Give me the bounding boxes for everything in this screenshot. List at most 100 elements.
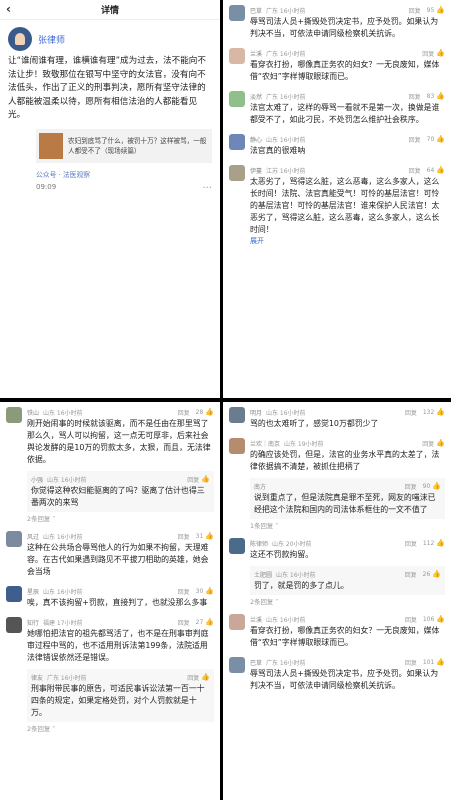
reply-button[interactable]: 回复 [405,658,417,667]
thumbs-up-icon[interactable]: 👍 [436,49,445,57]
thumbs-up-icon[interactable]: 👍 [205,587,214,595]
thumbs-up-icon[interactable]: 👍 [436,439,445,447]
avatar[interactable] [229,438,245,454]
thumbs-up-icon[interactable]: 👍 [436,539,445,547]
reply-button[interactable]: 回复 [405,539,417,548]
comment-author[interactable]: 兰欢｜南京 [250,439,280,448]
comment-author[interactable]: 明月 [250,408,262,417]
comment-author[interactable]: 土肥圆 [254,570,272,579]
comment-text: 辱骂司法人员+撕毁处罚决定书，应予处罚。如果认为判决不当，可依法申请同级检察机关… [250,17,439,38]
reply-button[interactable]: 回复 [409,6,421,15]
reply-button[interactable]: 回复 [405,408,417,417]
author-name[interactable]: 张律师 [38,33,65,46]
comment-author[interactable]: 小强 [31,475,43,484]
expand-link[interactable]: 展开 [250,236,445,246]
comment-author[interactable]: 律友 [31,673,43,682]
comment-author[interactable]: 兰溪 [250,49,262,58]
comment-text: 罚了，就是罚的多了点儿。 [254,581,349,590]
avatar[interactable] [6,586,22,602]
avatar[interactable] [229,407,245,423]
comment-author[interactable]: 巴草 [250,658,262,667]
comment-text: 你觉得这种农妇能驱离的了吗？驱离了估计也得三番两次的来骂 [31,486,205,507]
thumbs-up-icon[interactable]: 👍 [436,135,445,143]
like-count: 132 [422,408,435,416]
comment-author[interactable]: 南方 [254,482,266,491]
post-time: 09:09 [36,182,57,191]
reply-button[interactable]: 回复 [409,92,421,101]
avatar[interactable] [229,538,245,554]
thumbs-up-icon[interactable]: 👍 [432,570,441,578]
avatar[interactable] [6,531,22,547]
comment-author[interactable]: 陈律师 [250,539,268,548]
thumbs-up-icon[interactable]: 👍 [205,532,214,540]
avatar[interactable] [6,617,22,633]
avatar[interactable] [229,91,245,107]
comment-author[interactable]: 铁山 [27,408,39,417]
like-count: 101 [422,658,435,666]
reply-button[interactable]: 回复 [405,615,417,624]
comment-text: 这种在公共场合辱骂他人的行为如果不拘留，天理难容。在古代如果遇到路见不平拔刀相助… [27,543,209,576]
thumbs-up-icon[interactable]: 👍 [205,408,214,416]
nested-reply: 南方 回复 90 👍 说到重点了，但是法院真是罪不至死，网友的嗤沫已经把这个法院和国内… [250,478,445,519]
back-arrow-icon[interactable]: ‹ [6,2,11,16]
comment-meta: 山东 16小时前 [266,616,306,624]
comment-author[interactable]: 风过 [27,532,39,541]
linked-article-card[interactable]: 农妇到底骂了什么，被罚十万？这样被骂，一般人都受不了（现场续篇） [36,128,212,163]
avatar[interactable] [229,614,245,630]
comment-author[interactable]: 巴草 [250,6,262,15]
comment-meta: 山东 16小时前 [43,588,83,596]
comment-author[interactable]: 淡然 [250,92,262,101]
thumbs-up-icon[interactable]: 👍 [432,482,441,490]
reply-button[interactable]: 回复 [178,532,190,541]
comment-author[interactable]: 静心 [250,135,262,144]
time-row: 09:09 ··· [0,179,220,194]
more-replies-link[interactable]: 2条回复 ˅ [27,512,220,526]
reply-button[interactable]: 回复 [409,135,421,144]
source-label[interactable]: 公众号 · 法医观察 [0,163,220,179]
reply-button[interactable]: 回复 [422,49,434,58]
more-replies-link[interactable]: 1条回复 ˅ [250,519,451,533]
reply-button[interactable]: 回复 [405,482,417,491]
comment-text: 太恶劣了，骂得这么脏，这么恶毒，这么多家人，这么长时间！法院、法官真能受气！可怜… [250,177,440,234]
avatar[interactable] [6,407,22,423]
more-replies-link[interactable]: 2条回复 ˅ [27,722,220,736]
thumbs-up-icon[interactable]: 👍 [436,408,445,416]
avatar[interactable] [229,134,245,150]
comment-author[interactable]: 知行 [27,618,39,627]
author-row[interactable]: 张律师 [0,20,220,55]
reply-button[interactable]: 回复 [178,618,190,627]
more-icon[interactable]: ··· [202,183,212,194]
like-count: 27 [195,618,204,626]
reply-button[interactable]: 回复 [187,673,199,682]
comment-text: 法官太难了，这样的辱骂一看就不是第一次，换做是谁都受不了，如此刁民，不处罚怎么维… [250,103,440,124]
thumbs-up-icon[interactable]: 👍 [436,615,445,623]
avatar[interactable] [229,5,245,21]
reply-button[interactable]: 回复 [187,475,199,484]
thumbs-up-icon[interactable]: 👍 [201,475,210,483]
reply-button[interactable]: 回复 [178,408,190,417]
comment-author[interactable]: 兰溪 [250,615,262,624]
nested-reply: 小强 山东 16小时前 回复 👍 你觉得这种农妇能驱离的了吗？驱离了估计也得三番两次的… [27,471,214,512]
like-count: 95 [426,6,435,14]
thumbs-up-icon[interactable]: 👍 [436,6,445,14]
comment-author[interactable]: 伊蔓 [250,166,262,175]
reply-button[interactable]: 回复 [409,166,421,175]
thumbs-up-icon[interactable]: 👍 [436,166,445,174]
avatar[interactable] [8,27,32,51]
thumbs-up-icon[interactable]: 👍 [201,673,210,681]
avatar[interactable] [229,657,245,673]
avatar[interactable] [229,48,245,64]
reply-button[interactable]: 回复 [422,439,434,448]
comment-meta: 山东 20小时前 [272,540,312,548]
reply-button[interactable]: 回复 [178,587,190,596]
thumbs-up-icon[interactable]: 👍 [436,92,445,100]
thumbs-up-icon[interactable]: 👍 [436,658,445,666]
like-count: 106 [422,615,435,623]
thumbs-up-icon[interactable]: 👍 [205,618,214,626]
like-count: 64 [426,166,435,174]
avatar[interactable] [229,165,245,181]
card-thumbnail [39,132,63,159]
comment-author[interactable]: 星辰 [27,587,39,596]
more-replies-link[interactable]: 2条回复 ˅ [250,595,451,609]
reply-button[interactable]: 回复 [405,570,417,579]
